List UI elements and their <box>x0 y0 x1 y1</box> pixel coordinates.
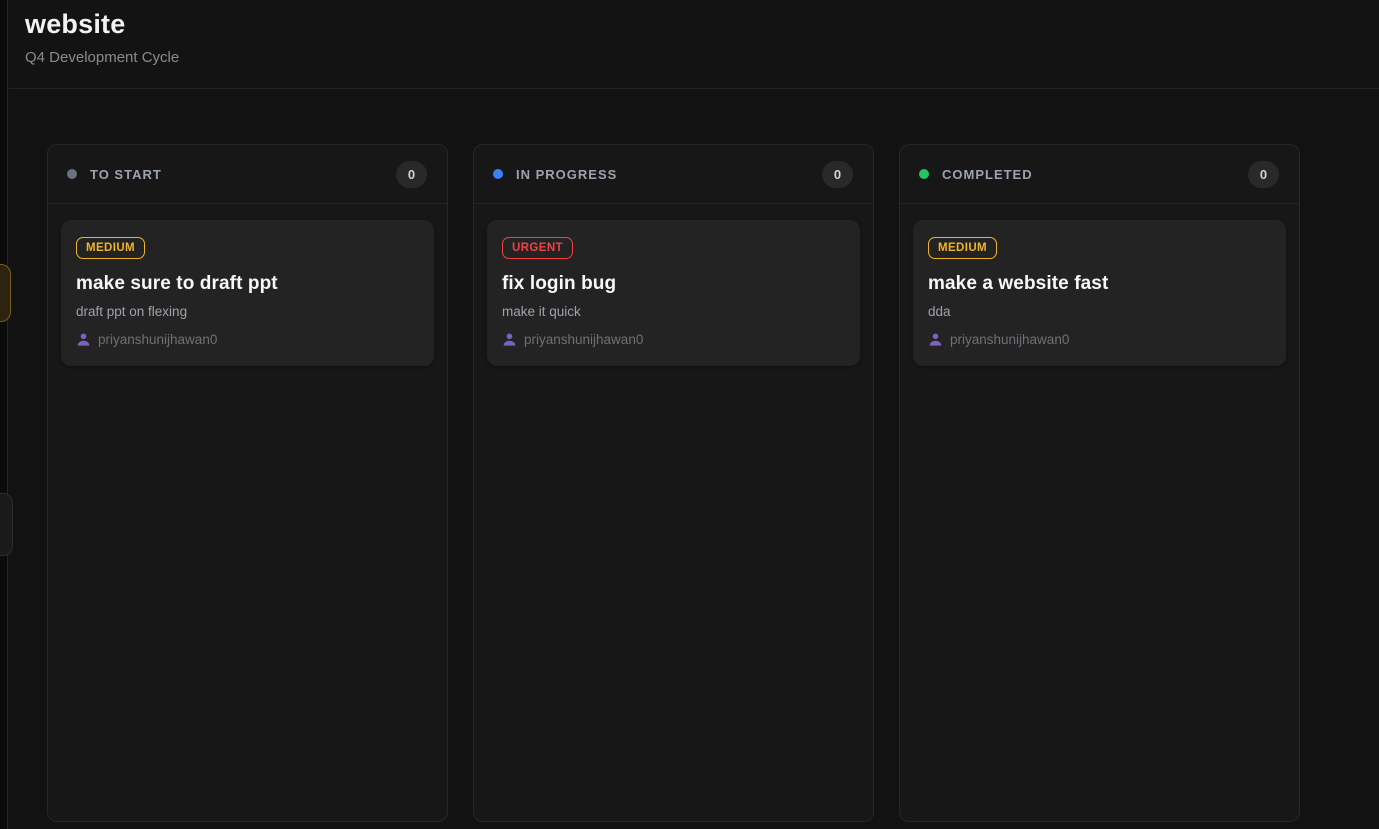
priority-badge: MEDIUM <box>76 237 145 259</box>
assignee-name: priyanshunijhawan0 <box>524 332 643 347</box>
column-header: IN PROGRESS 0 <box>474 145 873 204</box>
column-title: TO START <box>90 167 162 182</box>
edge-handle-gray[interactable] <box>0 493 13 556</box>
column-count-badge: 0 <box>822 161 853 188</box>
column-header: COMPLETED 0 <box>900 145 1299 204</box>
column-count-badge: 0 <box>1248 161 1279 188</box>
status-dot <box>919 169 929 179</box>
user-icon <box>502 332 517 347</box>
page-title: website <box>25 9 1379 40</box>
priority-badge: URGENT <box>502 237 573 259</box>
column-drop-zone[interactable]: MEDIUM make a website fast dda priyanshu… <box>900 204 1299 821</box>
task-title: fix login bug <box>502 273 845 295</box>
column-drop-zone[interactable]: URGENT fix login bug make it quick priya… <box>474 204 873 821</box>
column-drop-zone[interactable]: MEDIUM make sure to draft ppt draft ppt … <box>48 204 447 821</box>
column-completed: COMPLETED 0 MEDIUM make a website fast d… <box>899 144 1300 822</box>
assignee-row: priyanshunijhawan0 <box>928 332 1271 347</box>
task-title: make sure to draft ppt <box>76 273 419 295</box>
task-description: make it quick <box>502 304 845 319</box>
status-dot <box>67 169 77 179</box>
column-to-start: TO START 0 MEDIUM make sure to draft ppt… <box>47 144 448 822</box>
edge-handle-amber[interactable] <box>0 264 11 322</box>
board-header: website Q4 Development Cycle <box>9 0 1379 89</box>
task-card[interactable]: URGENT fix login bug make it quick priya… <box>487 220 860 366</box>
status-dot <box>493 169 503 179</box>
task-card[interactable]: MEDIUM make sure to draft ppt draft ppt … <box>61 220 434 366</box>
task-title: make a website fast <box>928 273 1271 295</box>
task-card[interactable]: MEDIUM make a website fast dda priyanshu… <box>913 220 1286 366</box>
kanban-board: TO START 0 MEDIUM make sure to draft ppt… <box>9 89 1379 822</box>
page-subtitle: Q4 Development Cycle <box>25 49 1379 66</box>
column-in-progress: IN PROGRESS 0 URGENT fix login bug make … <box>473 144 874 822</box>
task-description: dda <box>928 304 1271 319</box>
user-icon <box>928 332 943 347</box>
assignee-name: priyanshunijhawan0 <box>950 332 1069 347</box>
user-icon <box>76 332 91 347</box>
task-description: draft ppt on flexing <box>76 304 419 319</box>
assignee-name: priyanshunijhawan0 <box>98 332 217 347</box>
column-title: COMPLETED <box>942 167 1033 182</box>
priority-badge: MEDIUM <box>928 237 997 259</box>
assignee-row: priyanshunijhawan0 <box>502 332 845 347</box>
column-header: TO START 0 <box>48 145 447 204</box>
column-title: IN PROGRESS <box>516 167 617 182</box>
column-count-badge: 0 <box>396 161 427 188</box>
left-edge-rail <box>0 0 8 829</box>
assignee-row: priyanshunijhawan0 <box>76 332 419 347</box>
